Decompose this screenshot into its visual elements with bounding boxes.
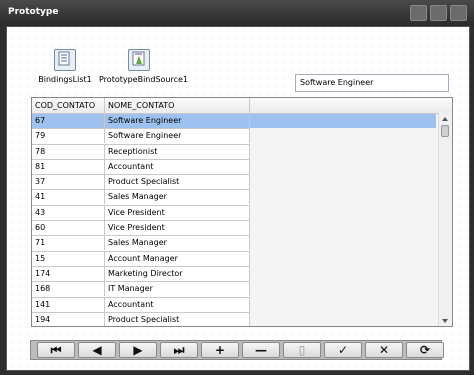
table-row[interactable]: 71 Sales Manager	[32, 236, 250, 252]
table-row[interactable]: 37 Product Specialist	[32, 175, 250, 191]
column-header-cod-contato[interactable]: COD_CONTATO	[32, 98, 105, 113]
component-label: PrototypeBindSource1	[99, 75, 189, 84]
table-row[interactable]: 41 Sales Manager	[32, 190, 250, 206]
table-row[interactable]: 79 Software Engineer	[32, 129, 250, 145]
cell-cod-contato[interactable]: 194	[32, 312, 105, 326]
cell-cod-contato[interactable]: 71	[32, 236, 105, 251]
cell-cod-contato[interactable]: 174	[32, 266, 105, 281]
data-navigator: ⏮ ◀ ▶ ⏭ + — ▯ ✓ ✕ ⟳	[30, 340, 444, 360]
grid-rows: 67 Software Engineer 79 Software Engineer 78…	[32, 114, 250, 326]
component-bindings-list[interactable]: BindingsList1	[35, 49, 95, 84]
scroll-up-icon[interactable]	[442, 117, 448, 121]
grid-header: COD_CONTATO NOME_CONTATO	[32, 98, 452, 114]
cell-cod-contato[interactable]: 78	[32, 144, 105, 159]
refresh-icon: ⟳	[419, 343, 431, 357]
cell-cod-contato[interactable]: 43	[32, 205, 105, 220]
table-row[interactable]: 67 Software Engineer	[32, 114, 250, 130]
cell-nome-contato[interactable]: Vice President	[105, 221, 250, 236]
table-row[interactable]: 43 Vice President	[32, 205, 250, 222]
cell-nome-contato[interactable]: Software Engineer	[105, 114, 250, 128]
cell-nome-contato[interactable]: Marketing Director	[105, 266, 250, 281]
component-label: BindingsList1	[38, 75, 92, 84]
cell-nome-contato[interactable]: Sales Manager	[105, 236, 250, 251]
vertical-scrollbar[interactable]	[438, 113, 452, 326]
selected-row-highlight	[250, 114, 436, 128]
cell-nome-contato[interactable]: Product Specialist	[105, 312, 250, 326]
component-bind-source[interactable]: PrototypeBindSource1	[99, 49, 189, 84]
minimize-button[interactable]	[410, 5, 427, 21]
last-record-button[interactable]: ⏭	[160, 342, 198, 358]
insert-record-icon: +	[214, 343, 226, 357]
cell-cod-contato[interactable]: 81	[32, 159, 105, 174]
cell-nome-contato[interactable]: Account Manager	[105, 251, 250, 266]
cell-nome-contato[interactable]: Receptionist	[105, 144, 250, 159]
table-row[interactable]: 60 Vice President	[32, 221, 250, 237]
window-title: Prototype	[8, 7, 59, 17]
edit-record-button[interactable]: ▯	[283, 342, 321, 358]
table-row[interactable]: 78 Receptionist	[32, 144, 250, 160]
prior-record-button[interactable]: ◀	[78, 342, 116, 358]
bind-source-icon	[128, 49, 150, 71]
edit-record-icon: ▯	[298, 343, 306, 357]
maximize-button[interactable]	[430, 5, 447, 21]
contacts-grid[interactable]: COD_CONTATO NOME_CONTATO 67 Software Engi…	[31, 97, 453, 327]
cell-cod-contato[interactable]: 168	[32, 282, 105, 297]
cell-cod-contato[interactable]: 15	[32, 251, 105, 266]
cell-nome-contato[interactable]: Vice President	[105, 205, 250, 220]
table-row[interactable]: 15 Account Manager	[32, 251, 250, 267]
cell-cod-contato[interactable]: 41	[32, 190, 105, 205]
table-row[interactable]: 141 Accountant	[32, 297, 250, 313]
app-window: Prototype BindingsList1 PrototypeBindSou…	[0, 0, 474, 375]
contact-name-textbox[interactable]: Software Engineer	[295, 74, 449, 92]
close-button[interactable]	[450, 5, 467, 21]
cancel-edit-button[interactable]: ✕	[365, 342, 403, 358]
cell-nome-contato[interactable]: IT Manager	[105, 282, 250, 297]
column-header-nome-contato[interactable]: NOME_CONTATO	[105, 98, 250, 113]
cell-cod-contato[interactable]: 37	[32, 175, 105, 190]
scroll-thumb[interactable]	[441, 125, 449, 137]
insert-record-button[interactable]: +	[201, 342, 239, 358]
cell-cod-contato[interactable]: 141	[32, 297, 105, 312]
cell-nome-contato[interactable]: Sales Manager	[105, 190, 250, 205]
cell-cod-contato[interactable]: 67	[32, 114, 105, 128]
form-designer-surface: BindingsList1 PrototypeBindSource1 Softw…	[6, 26, 470, 371]
table-row[interactable]: 194 Product Specialist	[32, 312, 250, 326]
cell-nome-contato[interactable]: Accountant	[105, 159, 250, 174]
prior-record-icon: ◀	[92, 343, 102, 357]
table-row[interactable]: 168 IT Manager	[32, 282, 250, 298]
refresh-button[interactable]: ⟳	[406, 342, 444, 358]
next-record-button[interactable]: ▶	[119, 342, 157, 358]
scroll-down-icon[interactable]	[442, 319, 448, 323]
post-record-button[interactable]: ✓	[324, 342, 362, 358]
table-row[interactable]: 81 Accountant	[32, 159, 250, 176]
cancel-edit-icon: ✕	[378, 343, 390, 357]
bindings-list-icon	[54, 49, 76, 71]
cell-nome-contato[interactable]: Software Engineer	[105, 129, 250, 144]
table-row[interactable]: 174 Marketing Director	[32, 266, 250, 283]
cell-cod-contato[interactable]: 60	[32, 221, 105, 236]
delete-record-icon: —	[255, 343, 267, 357]
delete-record-button[interactable]: —	[242, 342, 280, 358]
post-record-icon: ✓	[337, 343, 349, 357]
next-record-icon: ▶	[133, 343, 143, 357]
first-record-button[interactable]: ⏮	[37, 342, 75, 358]
cell-nome-contato[interactable]: Accountant	[105, 297, 250, 312]
last-record-icon: ⏭	[173, 343, 185, 357]
cell-nome-contato[interactable]: Product Specialist	[105, 175, 250, 190]
title-bar[interactable]: Prototype	[0, 0, 474, 26]
first-record-icon: ⏮	[50, 343, 62, 357]
cell-cod-contato[interactable]: 79	[32, 129, 105, 144]
